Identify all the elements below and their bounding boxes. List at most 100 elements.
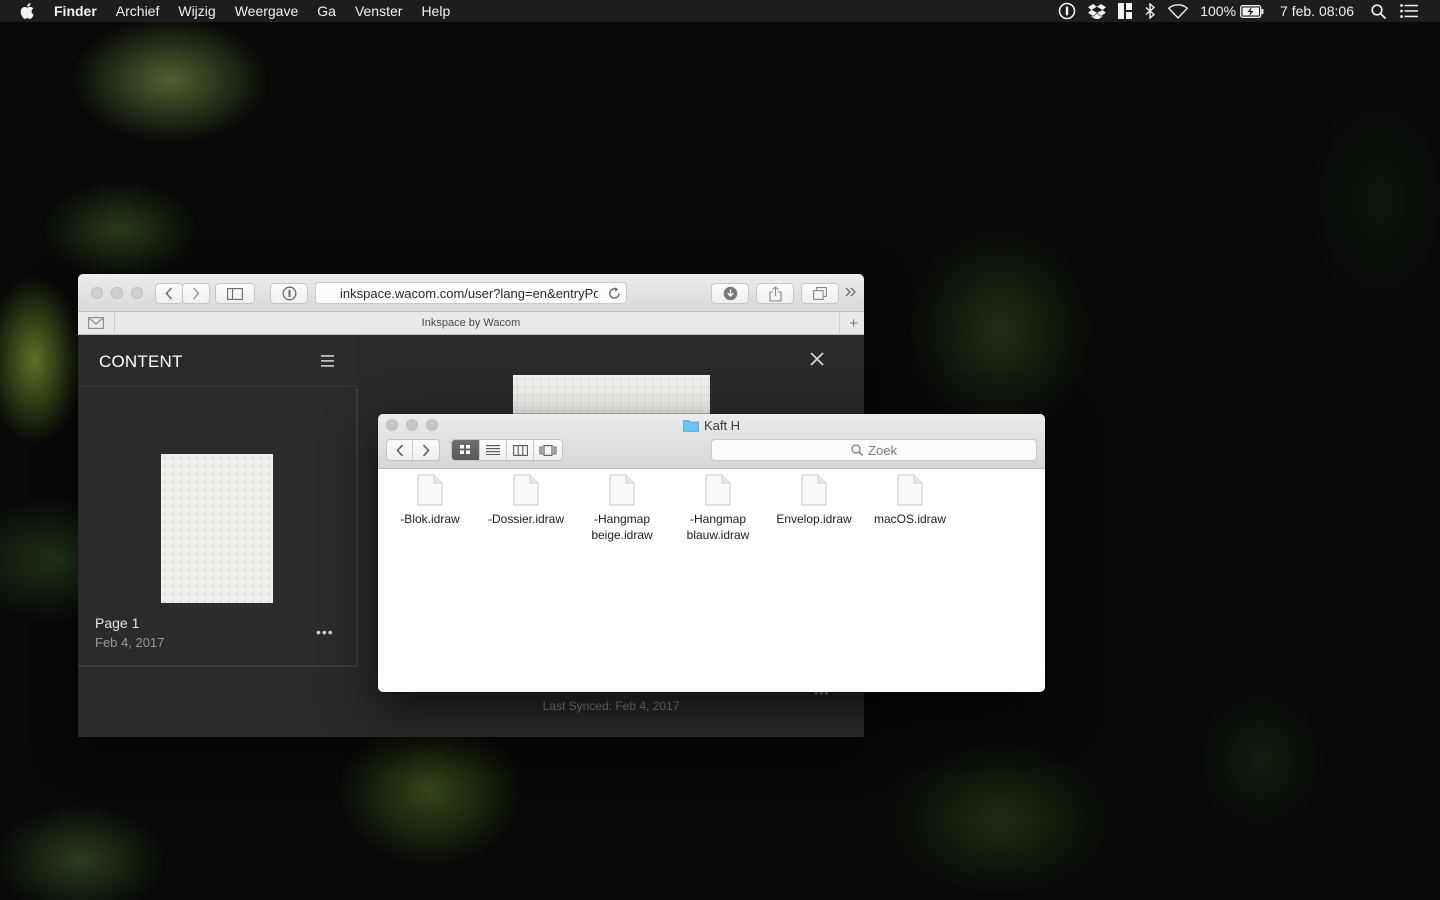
zoom-button[interactable]: [131, 287, 143, 299]
menu-venster[interactable]: Venster: [355, 3, 402, 19]
url-field[interactable]: inkspace.wacom.com/user?lang=en&entryPoi…: [315, 282, 627, 304]
folder-icon: [683, 420, 699, 432]
minimize-button[interactable]: [111, 287, 123, 299]
page-more-button[interactable]: •••: [316, 624, 334, 640]
share-button[interactable]: [756, 283, 794, 304]
chevron-left-icon: [165, 287, 173, 300]
search-placeholder: Zoek: [868, 442, 897, 458]
finder-window: Kaft H Zoek -Blok.idraw -Dossier.idraw -…: [378, 414, 1045, 692]
tabs-overview-button[interactable]: [801, 283, 839, 304]
file-name: -Hangmap blauw.idraw: [686, 512, 750, 542]
onepassword-icon[interactable]: [1058, 2, 1076, 20]
list-view-button[interactable]: [480, 440, 507, 460]
cover-flow-icon: [539, 444, 557, 456]
document-icon: [609, 474, 635, 506]
file-item[interactable]: -Hangmap beige.idraw: [574, 474, 670, 543]
document-icon: [513, 474, 539, 506]
menu-bar: Finder Archief Wijzig Weergave Ga Venste…: [0, 0, 1440, 22]
chevron-left-icon: [395, 443, 403, 457]
menu-ga[interactable]: Ga: [317, 3, 336, 19]
file-item[interactable]: macOS.idraw: [862, 474, 958, 527]
file-item[interactable]: -Dossier.idraw: [478, 474, 574, 527]
forward-button[interactable]: [182, 283, 210, 304]
hamburger-menu-icon[interactable]: [321, 354, 334, 372]
menu-finder[interactable]: Finder: [54, 3, 97, 19]
apple-icon[interactable]: [20, 3, 36, 19]
file-name: Envelop.idraw: [776, 512, 852, 526]
search-field[interactable]: Zoek: [711, 439, 1037, 461]
sidebar-toggle-button[interactable]: [215, 283, 255, 304]
back-button[interactable]: [155, 283, 183, 304]
close-button[interactable]: [91, 287, 103, 299]
sidebar-header: CONTENT: [78, 335, 358, 387]
page-preview[interactable]: [513, 375, 710, 415]
file-item[interactable]: -Blok.idraw: [382, 474, 478, 527]
chevron-right-icon: [192, 287, 200, 300]
document-icon: [897, 474, 923, 506]
file-item[interactable]: Envelop.idraw: [766, 474, 862, 527]
chevron-right-icon: [422, 443, 430, 457]
grid-icon: [460, 445, 470, 454]
share-icon: [768, 285, 782, 302]
battery-charging-icon[interactable]: [1240, 4, 1264, 18]
menu-wijzig[interactable]: Wijzig: [178, 3, 215, 19]
sidebar-title: CONTENT: [99, 352, 183, 371]
battery-percent: 100%: [1200, 3, 1237, 19]
mail-icon[interactable]: [88, 317, 104, 332]
back-button[interactable]: [387, 440, 413, 460]
safari-toolbar: inkspace.wacom.com/user?lang=en&entryPoi…: [78, 274, 864, 312]
cover-flow-button[interactable]: [534, 440, 562, 460]
sidebar-icon: [227, 287, 243, 300]
tab-title[interactable]: Inkspace by Wacom: [422, 317, 521, 329]
window-title: Kaft H: [378, 418, 1045, 433]
nav-buttons: [386, 439, 440, 461]
tabs-icon: [813, 287, 827, 300]
page-thumbnail[interactable]: [161, 454, 273, 603]
icon-view-button[interactable]: [452, 440, 480, 460]
close-icon[interactable]: [810, 352, 824, 371]
chevron-double-right-icon[interactable]: [845, 285, 857, 303]
reload-icon[interactable]: [608, 286, 621, 303]
window-title-text: Kaft H: [703, 418, 741, 433]
menu-weergave[interactable]: Weergave: [235, 3, 299, 19]
file-name: -Hangmap beige.idraw: [591, 512, 653, 542]
page-card[interactable]: Page 1 Feb 4, 2017 •••: [78, 388, 358, 667]
onepassword-button[interactable]: [270, 283, 308, 304]
file-name: -Blok.idraw: [400, 512, 460, 526]
columns-icon: [512, 444, 528, 456]
wifi-icon[interactable]: [1168, 3, 1189, 19]
tab-bar: Inkspace by Wacom +: [78, 312, 864, 335]
download-icon: [723, 286, 737, 301]
page-name: Page 1: [95, 615, 140, 631]
document-icon: [417, 474, 443, 506]
bluetooth-icon[interactable]: [1144, 3, 1156, 19]
finder-toolbar: Kaft H Zoek: [378, 414, 1045, 469]
search-icon: [851, 444, 864, 456]
spotlight-icon[interactable]: [1371, 3, 1386, 19]
file-grid: -Blok.idraw -Dossier.idraw -Hangmap beig…: [378, 470, 1045, 692]
tiles-icon[interactable]: [1118, 3, 1133, 19]
downloads-button[interactable]: [711, 283, 749, 304]
file-name: macOS.idraw: [873, 512, 947, 526]
clock[interactable]: 7 feb. 08:06: [1280, 3, 1354, 19]
document-icon: [801, 474, 827, 506]
forward-button[interactable]: [413, 440, 439, 460]
menu-archief[interactable]: Archief: [116, 3, 160, 19]
new-tab-button[interactable]: +: [849, 315, 858, 332]
tab-divider: [114, 312, 115, 335]
column-view-button[interactable]: [507, 440, 534, 460]
document-icon: [705, 474, 731, 506]
url-text: inkspace.wacom.com/user?lang=en&entryPoi: [340, 285, 598, 301]
notification-center-icon[interactable]: [1400, 4, 1418, 18]
tab-divider: [839, 312, 840, 335]
file-item[interactable]: -Hangmap blauw.idraw: [670, 474, 766, 543]
onepassword-icon: [282, 286, 296, 301]
inkspace-sidebar: CONTENT Page 1 Feb 4, 2017 •••: [78, 335, 358, 667]
dropbox-icon[interactable]: [1088, 3, 1107, 19]
page-date: Feb 4, 2017: [95, 635, 165, 650]
list-icon: [486, 445, 500, 455]
view-mode-buttons: [451, 439, 563, 461]
last-synced: Last Synced: Feb 4, 2017: [542, 699, 680, 713]
file-name: -Dossier.idraw: [487, 512, 565, 526]
menu-help[interactable]: Help: [421, 3, 450, 19]
